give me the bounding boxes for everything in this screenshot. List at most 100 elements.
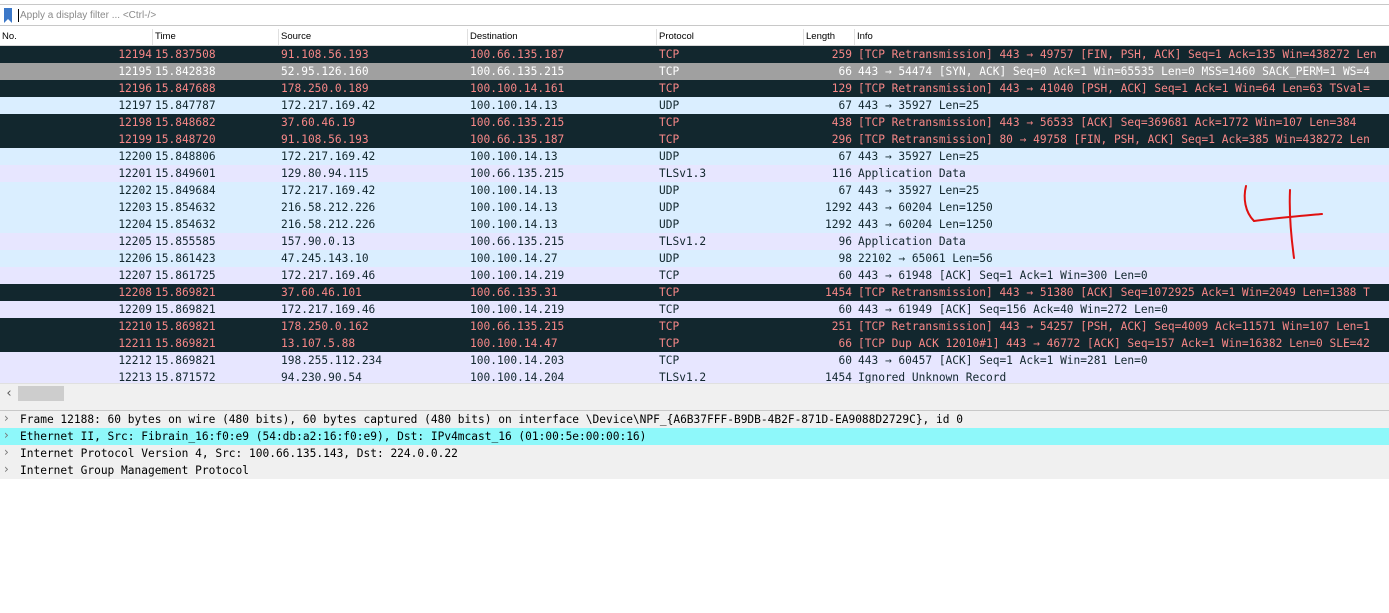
expand-arrow-icon[interactable]: ›	[4, 445, 14, 459]
packet-number: 12195	[118, 65, 152, 78]
scroll-left-arrow-icon[interactable]: ‹	[2, 386, 16, 402]
packet-number: 12212	[118, 354, 152, 367]
packet-destination: 100.100.14.219	[470, 303, 565, 316]
packet-source: 47.245.143.10	[281, 252, 369, 265]
column-header-time[interactable]: Time	[153, 29, 279, 45]
packet-time: 15.869821	[155, 354, 216, 367]
packet-source: 178.250.0.162	[281, 320, 369, 333]
detail-tree-item[interactable]: › Internet Protocol Version 4, Src: 100.6…	[0, 445, 1389, 462]
packet-protocol: TCP	[659, 48, 680, 61]
packet-number: 12203	[118, 201, 152, 214]
packet-length: 60	[838, 269, 852, 282]
packet-time: 15.848806	[155, 150, 216, 163]
packet-length: 96	[838, 235, 852, 248]
packet-destination: 100.100.14.13	[470, 184, 558, 197]
packet-row[interactable]: 12210 15.869821 178.250.0.162 100.66.135.21…	[0, 318, 1389, 335]
packet-protocol: TCP	[659, 354, 680, 367]
packet-time: 15.861725	[155, 269, 216, 282]
text-cursor	[18, 9, 19, 22]
column-header-protocol[interactable]: Protocol	[657, 29, 804, 45]
packet-row[interactable]: 12201 15.849601 129.80.94.115 100.66.135.21…	[0, 165, 1389, 182]
packet-destination: 100.100.14.27	[470, 252, 558, 265]
packet-destination: 100.100.14.219	[470, 269, 565, 282]
column-header-destination[interactable]: Destination	[468, 29, 657, 45]
packet-row[interactable]: 12204 15.854632 216.58.212.226 100.100.14.1…	[0, 216, 1389, 233]
packet-row[interactable]: 12199 15.848720 91.108.56.193 100.66.135.18…	[0, 131, 1389, 148]
scroll-thumb[interactable]	[18, 386, 64, 401]
packet-row[interactable]: 12209 15.869821 172.217.169.46 100.100.14.2…	[0, 301, 1389, 318]
packet-length: 60	[838, 303, 852, 316]
packet-destination: 100.66.135.215	[470, 116, 565, 129]
packet-protocol: TLSv1.3	[659, 167, 707, 180]
packet-time: 15.871572	[155, 371, 216, 383]
packet-info: 443 → 35927 Len=25	[858, 184, 980, 197]
packet-row[interactable]: 12213 15.871572 94.230.90.54 100.100.14.204…	[0, 369, 1389, 383]
packet-length: 116	[831, 167, 852, 180]
packet-destination: 100.100.14.13	[470, 150, 558, 163]
packet-protocol: TCP	[659, 116, 680, 129]
packet-row[interactable]: 12197 15.847787 172.217.169.42 100.100.14.1…	[0, 97, 1389, 114]
packet-row[interactable]: 12206 15.861423 47.245.143.10 100.100.14.27…	[0, 250, 1389, 267]
packet-number: 12198	[118, 116, 152, 129]
packet-source: 129.80.94.115	[281, 167, 369, 180]
packet-number: 12207	[118, 269, 152, 282]
packet-time: 15.869821	[155, 320, 216, 333]
packet-row[interactable]: 12211 15.869821 13.107.5.88 100.100.14.47 TC…	[0, 335, 1389, 352]
packet-number: 12211	[118, 337, 152, 350]
packet-row[interactable]: 12207 15.861725 172.217.169.46 100.100.14.2…	[0, 267, 1389, 284]
packet-row[interactable]: 12194 15.837508 91.108.56.193 100.66.135.18…	[0, 46, 1389, 63]
packet-number: 12208	[118, 286, 152, 299]
packet-length: 66	[838, 337, 852, 350]
packet-source: 37.60.46.19	[281, 116, 356, 129]
packet-source: 172.217.169.42	[281, 150, 376, 163]
packet-number: 12204	[118, 218, 152, 231]
packet-protocol: TCP	[659, 269, 680, 282]
packet-destination: 100.66.135.215	[470, 320, 565, 333]
handwritten-number-four-annotation	[1243, 185, 1323, 259]
packet-row[interactable]: 12196 15.847688 178.250.0.189 100.100.14.16…	[0, 80, 1389, 97]
packet-length: 66	[838, 65, 852, 78]
packet-list-horizontal-scrollbar[interactable]: ‹	[0, 383, 1389, 404]
packet-time: 15.854632	[155, 218, 216, 231]
packet-length: 251	[831, 320, 852, 333]
packet-time: 15.869821	[155, 303, 216, 316]
detail-tree-item[interactable]: › Internet Group Management Protocol	[0, 462, 1389, 479]
packet-time: 15.837508	[155, 48, 216, 61]
packet-length: 1292	[825, 201, 852, 214]
expand-arrow-icon[interactable]: ›	[4, 428, 14, 442]
packet-info: [TCP Retransmission] 443 → 56533 [ACK] S…	[858, 116, 1357, 129]
packet-number: 12196	[118, 82, 152, 95]
detail-tree-item[interactable]: › Ethernet II, Src: Fibrain_16:f0:e9 (54:…	[0, 428, 1389, 445]
detail-text: Internet Group Management Protocol	[20, 464, 250, 477]
packet-row[interactable]: 12205 15.855585 157.90.0.13 100.66.135.215 T…	[0, 233, 1389, 250]
expand-arrow-icon[interactable]: ›	[4, 462, 14, 476]
packet-row[interactable]: 12198 15.848682 37.60.46.19 100.66.135.215 T…	[0, 114, 1389, 131]
packet-destination: 100.100.14.13	[470, 218, 558, 231]
packet-source: 52.95.126.160	[281, 65, 369, 78]
packet-info: 443 → 60204 Len=1250	[858, 218, 993, 231]
column-header-source[interactable]: Source	[279, 29, 468, 45]
packet-row[interactable]: 12202 15.849684 172.217.169.42 100.100.14.1…	[0, 182, 1389, 199]
packet-destination: 100.66.135.215	[470, 235, 565, 248]
packet-protocol: UDP	[659, 252, 680, 265]
packet-info: 22102 → 65061 Len=56	[858, 252, 993, 265]
packet-row[interactable]: 12208 15.869821 37.60.46.101 100.66.135.31 T…	[0, 284, 1389, 301]
expand-arrow-icon[interactable]: ›	[4, 411, 14, 425]
pane-splitter[interactable]	[0, 404, 1389, 411]
column-header-length[interactable]: Length	[804, 29, 855, 45]
packet-source: 172.217.169.46	[281, 303, 376, 316]
packet-row[interactable]: 12200 15.848806 172.217.169.42 100.100.14.1…	[0, 148, 1389, 165]
display-filter-input[interactable]	[18, 7, 1389, 23]
packet-time: 15.855585	[155, 235, 216, 248]
packet-row[interactable]: 12195 15.842838 52.95.126.160 100.66.135.21…	[0, 63, 1389, 80]
filter-bookmark-icon[interactable]	[4, 8, 12, 23]
packet-row[interactable]: 12203 15.854632 216.58.212.226 100.100.14.1…	[0, 199, 1389, 216]
detail-tree-item[interactable]: › Frame 12188: 60 bytes on wire (480 bits…	[0, 411, 1389, 428]
detail-text: Ethernet II, Src: Fibrain_16:f0:e9 (54:d…	[20, 430, 647, 443]
packet-info: [TCP Retransmission] 443 → 41040 [PSH, A…	[858, 82, 1370, 95]
column-header-no[interactable]: No.	[0, 29, 153, 45]
packet-info: 443 → 61949 [ACK] Seq=156 Ack=40 Win=272…	[858, 303, 1168, 316]
column-header-info[interactable]: Info	[855, 29, 1389, 45]
packet-protocol: TCP	[659, 65, 680, 78]
packet-row[interactable]: 12212 15.869821 198.255.112.234 100.100.14.…	[0, 352, 1389, 369]
